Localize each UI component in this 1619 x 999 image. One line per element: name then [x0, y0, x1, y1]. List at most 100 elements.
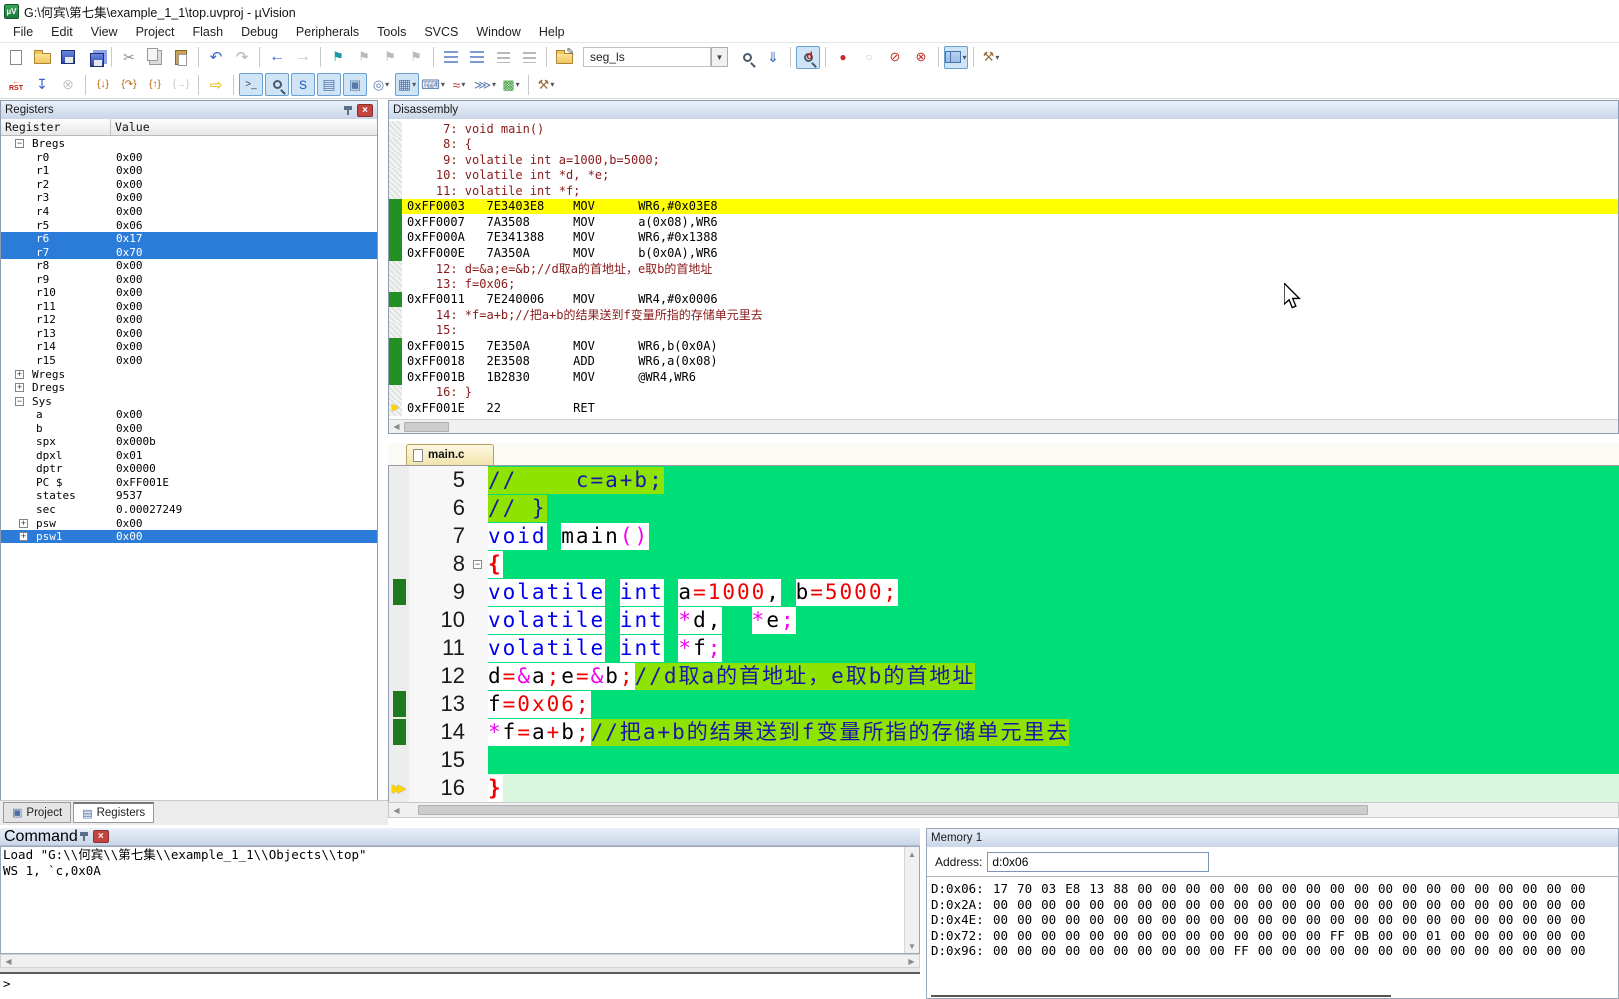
- menu-help[interactable]: Help: [530, 23, 574, 41]
- scroll-left-icon[interactable]: ◀: [389, 803, 404, 817]
- memory-byte[interactable]: 00: [1210, 881, 1225, 897]
- disassembly-window-icon[interactable]: [265, 73, 289, 96]
- undo-icon[interactable]: ↶: [204, 46, 228, 69]
- editor-line[interactable]: 8−{: [389, 550, 1619, 578]
- memory-byte[interactable]: 00: [1402, 897, 1417, 913]
- new-file-icon[interactable]: [4, 46, 28, 69]
- symbols-window-icon[interactable]: S: [291, 73, 315, 96]
- cut-icon[interactable]: ✂: [117, 46, 141, 69]
- memory-byte[interactable]: 00: [1089, 912, 1104, 928]
- editor-line[interactable]: ▶▶16}: [389, 774, 1619, 802]
- memory-byte[interactable]: 00: [1546, 881, 1561, 897]
- menu-file[interactable]: File: [4, 23, 42, 41]
- code-text[interactable]: void main(): [488, 522, 1619, 550]
- memory-byte[interactable]: 00: [1113, 928, 1128, 944]
- memory-byte[interactable]: 00: [1354, 897, 1369, 913]
- memory-byte[interactable]: 00: [1186, 897, 1201, 913]
- disassembly-line[interactable]: 7: void main(): [389, 121, 1618, 137]
- disassembly-hscrollbar[interactable]: ◀: [389, 419, 1618, 433]
- code-text[interactable]: }: [488, 774, 1619, 802]
- register-row[interactable]: r110x00: [1, 300, 377, 314]
- register-row[interactable]: b0x00: [1, 421, 377, 435]
- command-hscrollbar[interactable]: ◀ ▶: [0, 954, 920, 968]
- editor-line[interactable]: 10volatile int *d, *e;: [389, 606, 1619, 634]
- tab-main-c[interactable]: main.c: [406, 444, 494, 465]
- memory-byte[interactable]: 00: [1354, 881, 1369, 897]
- memory-byte[interactable]: 00: [1065, 912, 1080, 928]
- code-text[interactable]: f=0x06;: [488, 690, 1619, 718]
- insert-breakpoint-icon[interactable]: ●: [831, 46, 855, 69]
- memory-byte[interactable]: 0B: [1354, 928, 1369, 944]
- window-layout-icon[interactable]: [944, 46, 968, 69]
- menu-svcs[interactable]: SVCS: [415, 23, 467, 41]
- register-row[interactable]: −Bregs: [1, 137, 377, 151]
- kill-all-breakpoints-icon[interactable]: ⊗: [909, 46, 933, 69]
- memory-row[interactable]: D:0x72:0000000000000000000000000000FF0B0…: [931, 928, 1618, 944]
- code-text[interactable]: [488, 746, 1619, 774]
- memory-byte[interactable]: 00: [1571, 912, 1586, 928]
- scroll-left-icon[interactable]: ◀: [1, 954, 16, 968]
- memory-byte[interactable]: 00: [1186, 928, 1201, 944]
- memory-byte[interactable]: 00: [1017, 943, 1032, 959]
- memory-byte[interactable]: 00: [1330, 943, 1345, 959]
- memory-byte[interactable]: 00: [1137, 897, 1152, 913]
- configure-flash-tools-icon[interactable]: [552, 46, 576, 69]
- memory-byte[interactable]: 00: [1306, 897, 1321, 913]
- debug-toolbox-icon[interactable]: ⚒: [534, 73, 558, 96]
- memory-byte[interactable]: 00: [1234, 897, 1249, 913]
- memory-byte[interactable]: 00: [1017, 912, 1032, 928]
- disassembly-line[interactable]: 11: volatile int *f;: [389, 183, 1618, 199]
- register-row[interactable]: +Dregs: [1, 381, 377, 395]
- code-text[interactable]: volatile int a=1000, b=5000;: [488, 578, 1619, 606]
- clear-all-bookmarks-icon[interactable]: ⚑: [404, 46, 428, 69]
- memory-byte[interactable]: 00: [1571, 897, 1586, 913]
- memory-byte[interactable]: 17: [993, 881, 1008, 897]
- memory-byte[interactable]: 00: [1498, 912, 1513, 928]
- pin-icon[interactable]: [342, 104, 354, 116]
- disassembly-line[interactable]: 10: volatile int *d, *e;: [389, 168, 1618, 184]
- memory-byte[interactable]: 00: [1522, 881, 1537, 897]
- disassembly-line[interactable]: 0xFF000A 7E341388 MOV WR6,#0x1388: [389, 230, 1618, 246]
- analysis-window-icon[interactable]: ≈: [447, 73, 471, 96]
- memory-byte[interactable]: 00: [1282, 943, 1297, 959]
- editor-line[interactable]: 13f=0x06;: [389, 690, 1619, 718]
- disassembly-line[interactable]: 0xFF000E 7A350A MOV b(0x0A),WR6: [389, 245, 1618, 261]
- memory-byte[interactable]: 00: [1282, 897, 1297, 913]
- register-row[interactable]: r00x00: [1, 151, 377, 165]
- command-window-icon[interactable]: >_: [239, 73, 263, 96]
- memory-byte[interactable]: 00: [993, 897, 1008, 913]
- register-row[interactable]: spx0x000b: [1, 435, 377, 449]
- memory-byte[interactable]: 00: [1450, 943, 1465, 959]
- close-icon[interactable]: ×: [93, 830, 109, 843]
- system-viewer-icon[interactable]: ▩: [499, 73, 523, 96]
- memory-byte[interactable]: 00: [1522, 943, 1537, 959]
- command-input[interactable]: >: [0, 972, 920, 999]
- disassembly-line[interactable]: 0xFF0007 7A3508 MOV a(0x08),WR6: [389, 214, 1618, 230]
- memory-row[interactable]: D:0x4E:000000000000000000000000000000000…: [931, 912, 1618, 928]
- memory-byte[interactable]: 00: [1282, 912, 1297, 928]
- reset-cpu-icon[interactable]: ←RST: [4, 73, 28, 96]
- memory-address-input[interactable]: [987, 852, 1209, 872]
- menu-view[interactable]: View: [82, 23, 127, 41]
- memory-byte[interactable]: 00: [1065, 928, 1080, 944]
- editor-line[interactable]: 5// c=a+b;: [389, 466, 1619, 494]
- disassembly-line[interactable]: 8: {: [389, 137, 1618, 153]
- memory-byte[interactable]: 00: [1474, 928, 1489, 944]
- disassembly-line[interactable]: 16: }: [389, 385, 1618, 401]
- memory-byte[interactable]: 00: [1089, 897, 1104, 913]
- uncomment-selection-icon[interactable]: [517, 46, 541, 69]
- editor-hscrollbar[interactable]: ◀: [388, 802, 1619, 818]
- memory-byte[interactable]: 00: [1210, 928, 1225, 944]
- memory-byte[interactable]: FF: [1330, 928, 1345, 944]
- code-text[interactable]: volatile int *f;: [488, 634, 1619, 662]
- menu-debug[interactable]: Debug: [232, 23, 287, 41]
- register-row[interactable]: r90x00: [1, 272, 377, 286]
- memory-byte[interactable]: 01: [1426, 928, 1441, 944]
- register-row[interactable]: +Wregs: [1, 367, 377, 381]
- memory-byte[interactable]: 00: [1498, 943, 1513, 959]
- memory-byte[interactable]: 00: [1330, 897, 1345, 913]
- register-row[interactable]: states9537: [1, 489, 377, 503]
- disassembly-line[interactable]: 0xFF0018 2E3508 ADD WR6,a(0x08): [389, 354, 1618, 370]
- register-row[interactable]: r130x00: [1, 327, 377, 341]
- memory-byte[interactable]: 00: [1041, 928, 1056, 944]
